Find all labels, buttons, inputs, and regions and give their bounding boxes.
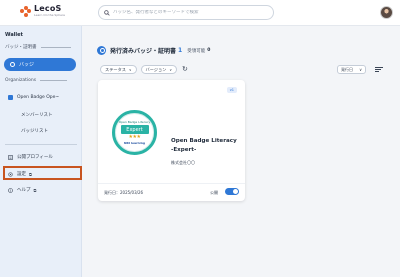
top-header: LecoS Learn On the Sphere	[0, 0, 400, 26]
sidebar-item-public-profile[interactable]: 公開プロフィール	[8, 154, 53, 160]
sidebar-item-org[interactable]: Open Badge Ope~	[8, 95, 59, 100]
badge-brand: NRI learning	[124, 141, 145, 145]
sort-order-icon[interactable]	[375, 67, 383, 73]
page-title: 発行済みバッジ・証明書 1 受領可能 0	[97, 46, 210, 55]
section-label: バッジ・証明書	[5, 45, 37, 50]
search-bar[interactable]	[98, 5, 274, 20]
status-filter[interactable]: ステータス ∨	[100, 65, 137, 74]
sidebar-item-help[interactable]: ヘルプ ⧉	[8, 187, 36, 193]
sidebar-item-label: 公開プロフィール	[17, 155, 53, 160]
help-icon	[8, 187, 13, 193]
organization-icon	[8, 95, 13, 100]
version-filter-label: バージョン	[145, 66, 167, 72]
lecos-logo[interactable]: LecoS Learn On the Sphere	[20, 5, 65, 17]
sidebar-section-badges: バッジ・証明書	[5, 44, 71, 50]
issuer-org: 株式会社〇〇	[171, 160, 195, 165]
sidebar-section-orgs: Organizations	[5, 78, 68, 83]
sidebar: Wallet バッジ・証明書 バッジ Organizations Open Ba…	[0, 26, 82, 277]
issued-count: 1	[178, 47, 183, 54]
filter-bar: ステータス ∨ バージョン ∨ ↻	[100, 65, 188, 74]
badge-card[interactable]: v1 Open Badge Literacy Expert ★★★ NRI le…	[98, 80, 245, 201]
logo-tagline: Learn On the Sphere	[34, 13, 66, 17]
issued-badge-icon	[97, 46, 106, 55]
chevron-down-icon: ∨	[128, 67, 132, 72]
sidebar-item-label: ヘルプ	[17, 188, 31, 193]
sort-select-label: 発行日	[341, 66, 353, 72]
stars-icon: ★★★	[128, 134, 141, 140]
issued-date: 発行日：2025/03/26	[104, 190, 144, 195]
badge-image: Open Badge Literacy Expert ★★★ NRI learn…	[112, 110, 157, 155]
version-tag: v1	[226, 87, 237, 93]
badge-expert-ribbon: Expert	[120, 125, 149, 134]
sidebar-item-members[interactable]: メンバーリスト	[21, 112, 53, 118]
refresh-icon[interactable]: ↻	[182, 66, 188, 73]
search-input[interactable]	[113, 10, 263, 15]
sidebar-item-badge-list[interactable]: バッジリスト	[21, 128, 48, 134]
badge-icon	[10, 62, 15, 67]
sidebar-item-label: バッジ	[19, 62, 35, 68]
sidebar-item-badges[interactable]: バッジ	[4, 58, 76, 71]
chevron-down-icon: ∨	[359, 67, 362, 72]
public-label: 公開	[210, 190, 218, 195]
received-label: 受領可能	[187, 48, 206, 54]
logo-mark-icon	[20, 5, 31, 17]
sidebar-title: Wallet	[5, 32, 23, 38]
section-label: Organizations	[5, 78, 37, 83]
badge-name-level: -Expert-	[171, 147, 197, 153]
chevron-down-icon: ∨	[169, 67, 172, 72]
sidebar-divider	[5, 144, 77, 145]
main-content: 発行済みバッジ・証明書 1 受領可能 0 ステータス ∨ バージョン ∨ ↻ 発…	[83, 26, 400, 277]
badge-name: Open Badge Literacy	[171, 138, 237, 144]
sidebar-item-label: Open Badge Ope~	[17, 95, 60, 100]
profile-icon	[8, 154, 13, 160]
version-filter[interactable]: バージョン ∨	[140, 65, 177, 74]
status-filter-label: ステータス	[105, 66, 126, 72]
page-title-text: 発行済みバッジ・証明書	[110, 48, 177, 55]
user-avatar[interactable]	[380, 6, 393, 19]
settings-highlight-box	[3, 166, 82, 180]
external-link-icon: ⧉	[33, 187, 37, 193]
sort-select[interactable]: 発行日 ∨	[337, 65, 366, 74]
received-count: 0	[207, 48, 211, 53]
card-divider	[98, 183, 245, 184]
badge-ring-text: Open Badge Literacy	[118, 120, 151, 124]
logo-name: LecoS	[34, 4, 62, 13]
search-icon	[104, 9, 110, 16]
public-toggle[interactable]	[225, 188, 239, 195]
